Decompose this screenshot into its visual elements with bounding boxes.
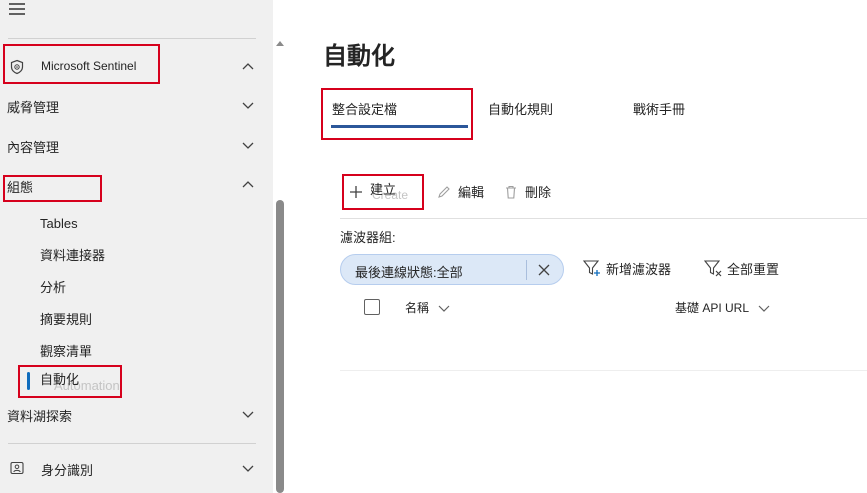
close-icon[interactable] — [536, 262, 552, 278]
edit-label: 編輯 — [458, 185, 485, 200]
sidebar-item-threat-management[interactable]: 威脅管理 — [0, 94, 270, 116]
edit-button[interactable]: 編輯 — [436, 182, 484, 201]
create-button[interactable]: Create 建立 — [348, 182, 408, 202]
page-title: 自動化 — [323, 43, 395, 70]
filter-pill-text: 最後連線狀態:全部 — [355, 265, 463, 280]
chevron-down-icon[interactable] — [240, 97, 256, 113]
reset-all-button[interactable]: 全部重置 — [703, 258, 779, 278]
tab-integration-profiles[interactable]: 整合設定檔 — [332, 99, 397, 118]
pill-separator — [526, 260, 527, 280]
chevron-down-icon — [758, 305, 770, 312]
column-header-name[interactable]: 名稱 — [405, 299, 451, 316]
filter-pill-last-connection[interactable]: 最後連線狀態:全部 — [340, 254, 564, 285]
data-lake-label: 資料湖探索 — [7, 409, 73, 424]
column-base-api-url-label: 基礎 API URL — [675, 301, 750, 315]
identity-label: 身分識別 — [41, 463, 94, 478]
tab-playbooks[interactable]: 戰術手冊 — [633, 99, 685, 118]
chevron-down-icon[interactable] — [240, 137, 256, 153]
reset-all-label: 全部重置 — [727, 261, 780, 277]
trash-icon — [503, 184, 519, 200]
sidebar-item-content-management[interactable]: 內容管理 — [0, 134, 270, 156]
sidebar: Microsoft Sentinel 威脅管理 內容管理 組態 Tables 資… — [0, 0, 273, 493]
sentinel-shield-icon — [9, 59, 25, 75]
table-divider — [340, 370, 867, 371]
main-content: 自動化 整合設定檔 自動化規則 戰術手冊 Create 建立 編輯 刪除 濾波器… — [286, 0, 867, 493]
chevron-down-icon[interactable] — [240, 406, 256, 422]
sidebar-subitem-automation[interactable]: 自動化 — [40, 369, 79, 388]
sidebar-item-configuration[interactable]: 組態 — [0, 174, 270, 196]
sidebar-item-microsoft-sentinel[interactable]: Microsoft Sentinel — [0, 56, 270, 78]
sidebar-divider — [8, 38, 256, 39]
reset-filter-icon — [703, 258, 723, 278]
delete-label: 刪除 — [525, 185, 552, 200]
delete-button[interactable]: 刪除 — [503, 182, 551, 201]
plus-icon — [348, 184, 364, 200]
pencil-icon — [436, 184, 452, 200]
hamburger-menu-icon[interactable] — [9, 3, 25, 15]
sidebar-subitem-data-connectors[interactable]: 資料連接器 — [40, 245, 105, 264]
select-all-checkbox[interactable] — [364, 299, 380, 315]
column-header-base-api-url[interactable]: 基礎 API URL — [675, 299, 771, 316]
add-filter-label: 新增濾波器 — [606, 261, 672, 277]
add-filter-button[interactable]: 新增濾波器 — [582, 258, 671, 278]
filter-set-label: 濾波器組: — [340, 230, 396, 245]
sidebar-subitem-tables[interactable]: Tables — [40, 216, 78, 231]
sidebar-subitem-summary-rules[interactable]: 摘要規則 — [40, 309, 92, 328]
chevron-down-icon — [438, 305, 450, 312]
create-label: 建立 — [370, 182, 397, 197]
add-filter-icon — [582, 258, 602, 278]
column-name-label: 名稱 — [405, 301, 430, 315]
sidebar-divider — [8, 443, 256, 444]
sentinel-label: Microsoft Sentinel — [41, 59, 137, 73]
scroll-up-arrow-icon[interactable] — [275, 34, 285, 46]
chevron-down-icon[interactable] — [240, 460, 256, 476]
configuration-label: 組態 — [7, 180, 34, 195]
content-management-label: 內容管理 — [7, 140, 60, 155]
selected-tab-underline — [331, 125, 468, 128]
chevron-up-icon[interactable] — [240, 177, 256, 193]
chevron-up-icon[interactable] — [240, 59, 256, 75]
selected-indicator — [27, 372, 30, 390]
tab-automation-rules[interactable]: 自動化規則 — [488, 99, 553, 118]
identity-card-icon — [9, 460, 25, 476]
sidebar-subitem-watchlist[interactable]: 觀察清單 — [40, 341, 92, 360]
threat-management-label: 威脅管理 — [7, 100, 60, 115]
sidebar-subitem-analytics[interactable]: 分析 — [40, 277, 66, 296]
sidebar-item-identity[interactable]: 身分識別 — [0, 457, 270, 479]
command-bar-divider — [340, 218, 867, 219]
sidebar-item-data-lake[interactable]: 資料湖探索 — [0, 403, 270, 425]
sidebar-scrollbar-thumb[interactable] — [276, 200, 284, 493]
